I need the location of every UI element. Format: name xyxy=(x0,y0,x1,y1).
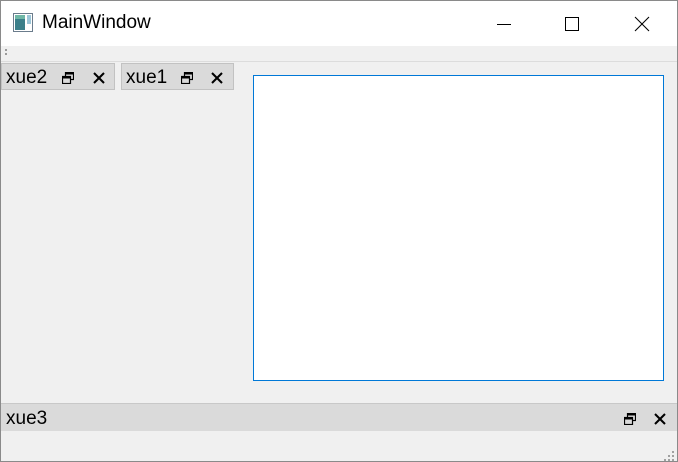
close-icon[interactable] xyxy=(211,71,223,84)
toolbar-area xyxy=(1,46,677,62)
float-icon[interactable] xyxy=(61,71,75,85)
minimize-icon xyxy=(497,23,511,25)
close-icon xyxy=(634,16,650,31)
maximize-button[interactable] xyxy=(549,1,595,46)
dock-tab-label: xue1 xyxy=(126,67,168,88)
dock-title-label: xue3 xyxy=(6,408,48,429)
toolbar-grip-icon[interactable] xyxy=(5,49,7,57)
main-window: MainWindow xue2 xue1 xue3 xyxy=(0,0,678,462)
window-title: MainWindow xyxy=(42,12,151,33)
close-icon[interactable] xyxy=(93,71,105,84)
close-icon[interactable] xyxy=(654,412,666,425)
float-icon[interactable] xyxy=(180,71,194,85)
maximize-icon xyxy=(565,16,579,31)
dock-title-xue3[interactable]: xue3 xyxy=(1,403,677,431)
dock-tab-xue2[interactable]: xue2 xyxy=(1,63,115,90)
size-grip-icon[interactable] xyxy=(664,448,674,461)
close-button[interactable] xyxy=(619,1,665,46)
app-window-icon xyxy=(13,13,33,32)
float-icon[interactable] xyxy=(623,412,637,426)
dock-body-xue3 xyxy=(1,431,677,461)
dock-tab-label: xue2 xyxy=(6,67,48,88)
minimize-button[interactable] xyxy=(481,1,527,46)
central-widget[interactable] xyxy=(253,75,664,381)
dock-tab-xue1[interactable]: xue1 xyxy=(121,63,234,90)
title-bar[interactable]: MainWindow xyxy=(1,1,677,46)
